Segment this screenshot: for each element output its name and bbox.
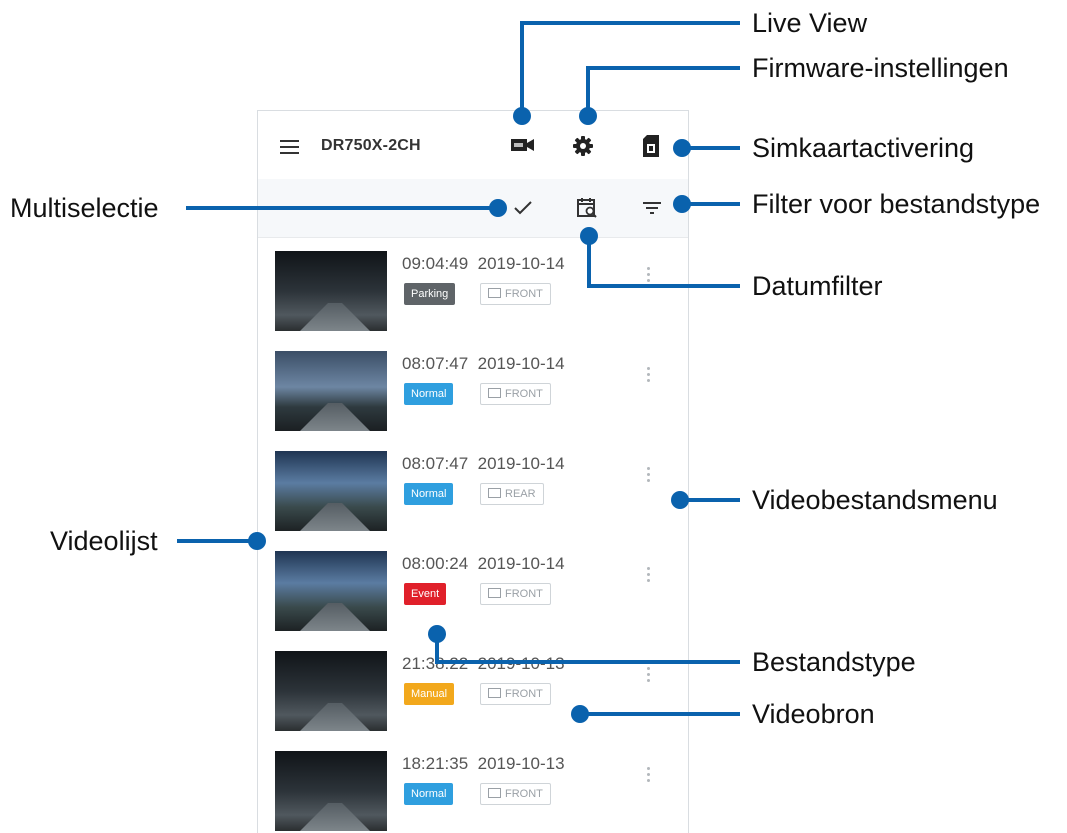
callout-dot-live-view <box>513 107 531 125</box>
callout-video-list: Videolijst <box>50 526 158 556</box>
callout-dot-firmware <box>579 107 597 125</box>
callout-file-type-filter: Filter voor bestandstype <box>752 189 1041 219</box>
callout-date-filter: Datumfilter <box>752 271 883 301</box>
callout-dot-multiselect <box>489 199 507 217</box>
callout-dot-date <box>580 227 598 245</box>
callout-lines <box>177 21 740 723</box>
callout-firmware: Firmware-instellingen <box>752 53 1009 83</box>
callout-sim: Simkaartactivering <box>752 133 975 163</box>
callout-file-type: Bestandstype <box>752 647 916 677</box>
callout-dot-video-list <box>248 532 266 550</box>
callout-dot-video-source <box>571 705 589 723</box>
callout-dot-file-type <box>428 625 446 643</box>
callout-multiselect: Multiselectie <box>10 193 159 223</box>
callout-line-date <box>587 236 740 288</box>
callout-line-file-type <box>435 634 740 664</box>
callout-dot-filter <box>673 195 691 213</box>
callout-video-source: Videobron <box>752 699 875 729</box>
callout-video-menu: Videobestandsmenu <box>752 485 998 515</box>
callout-live-view: Live View <box>752 8 868 38</box>
callout-dot-video-menu <box>671 491 689 509</box>
callout-line-firmware <box>586 66 740 116</box>
callout-dot-sim <box>673 139 691 157</box>
